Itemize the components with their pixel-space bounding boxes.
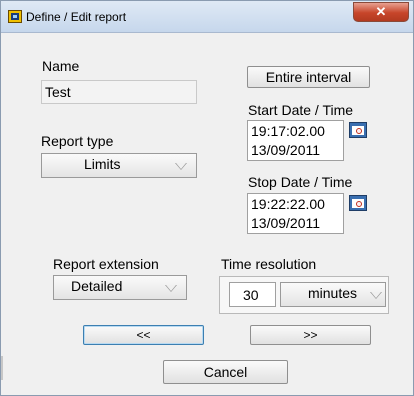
report-type-dropdown[interactable]: Limits (41, 153, 197, 178)
app-icon (8, 10, 22, 23)
report-type-label: Report type (41, 133, 114, 149)
triangle-down-icon (175, 163, 187, 170)
start-datetime-field[interactable]: 19:17:02.00 13/09/2011 (247, 120, 344, 161)
cancel-label: Cancel (203, 364, 248, 380)
stop-datetime-field[interactable]: 19:22:22.00 13/09/2011 (247, 193, 344, 234)
report-extension-label: Report extension (53, 256, 159, 272)
report-extension-dropdown[interactable]: Detailed (53, 275, 187, 300)
time-resolution-value: 30 (243, 287, 259, 303)
start-time-value: 19:17:02.00 (251, 123, 325, 139)
title-bar: Define / Edit report ✕ (1, 1, 413, 33)
triangle-down-icon (165, 285, 177, 292)
previous-button[interactable]: << (83, 325, 204, 345)
name-value: Test (45, 84, 71, 100)
name-label: Name (42, 58, 80, 74)
calendar-icon[interactable] (349, 122, 367, 138)
cancel-button[interactable]: Cancel (163, 360, 288, 384)
time-unit-dropdown[interactable]: minutes (280, 282, 386, 307)
triangle-down-icon (370, 292, 382, 299)
next-button[interactable]: >> (250, 325, 371, 345)
start-datetime-label: Start Date / Time (248, 102, 354, 118)
stop-time-value: 19:22:22.00 (251, 196, 325, 212)
report-extension-value: Detailed (71, 278, 123, 294)
start-date-value: 13/09/2011 (251, 142, 321, 158)
define-edit-report-window: Define / Edit report ✕ Name Test Entire … (0, 0, 414, 396)
calendar-icon[interactable] (349, 195, 367, 211)
entire-interval-button[interactable]: Entire interval (247, 66, 370, 88)
window-title: Define / Edit report (26, 10, 127, 24)
time-unit-value: minutes (308, 285, 358, 301)
close-icon: ✕ (375, 4, 387, 19)
window-edge-divider (1, 356, 3, 380)
name-input[interactable]: Test (41, 80, 197, 104)
time-resolution-input[interactable]: 30 (229, 282, 276, 307)
entire-interval-label: Entire interval (265, 69, 352, 85)
previous-label: << (136, 328, 151, 342)
report-type-value: Limits (84, 156, 121, 172)
stop-datetime-label: Stop Date / Time (248, 174, 353, 190)
time-resolution-label: Time resolution (221, 256, 317, 272)
close-button[interactable]: ✕ (353, 2, 409, 22)
stop-date-value: 13/09/2011 (251, 215, 321, 231)
next-label: >> (303, 328, 318, 342)
